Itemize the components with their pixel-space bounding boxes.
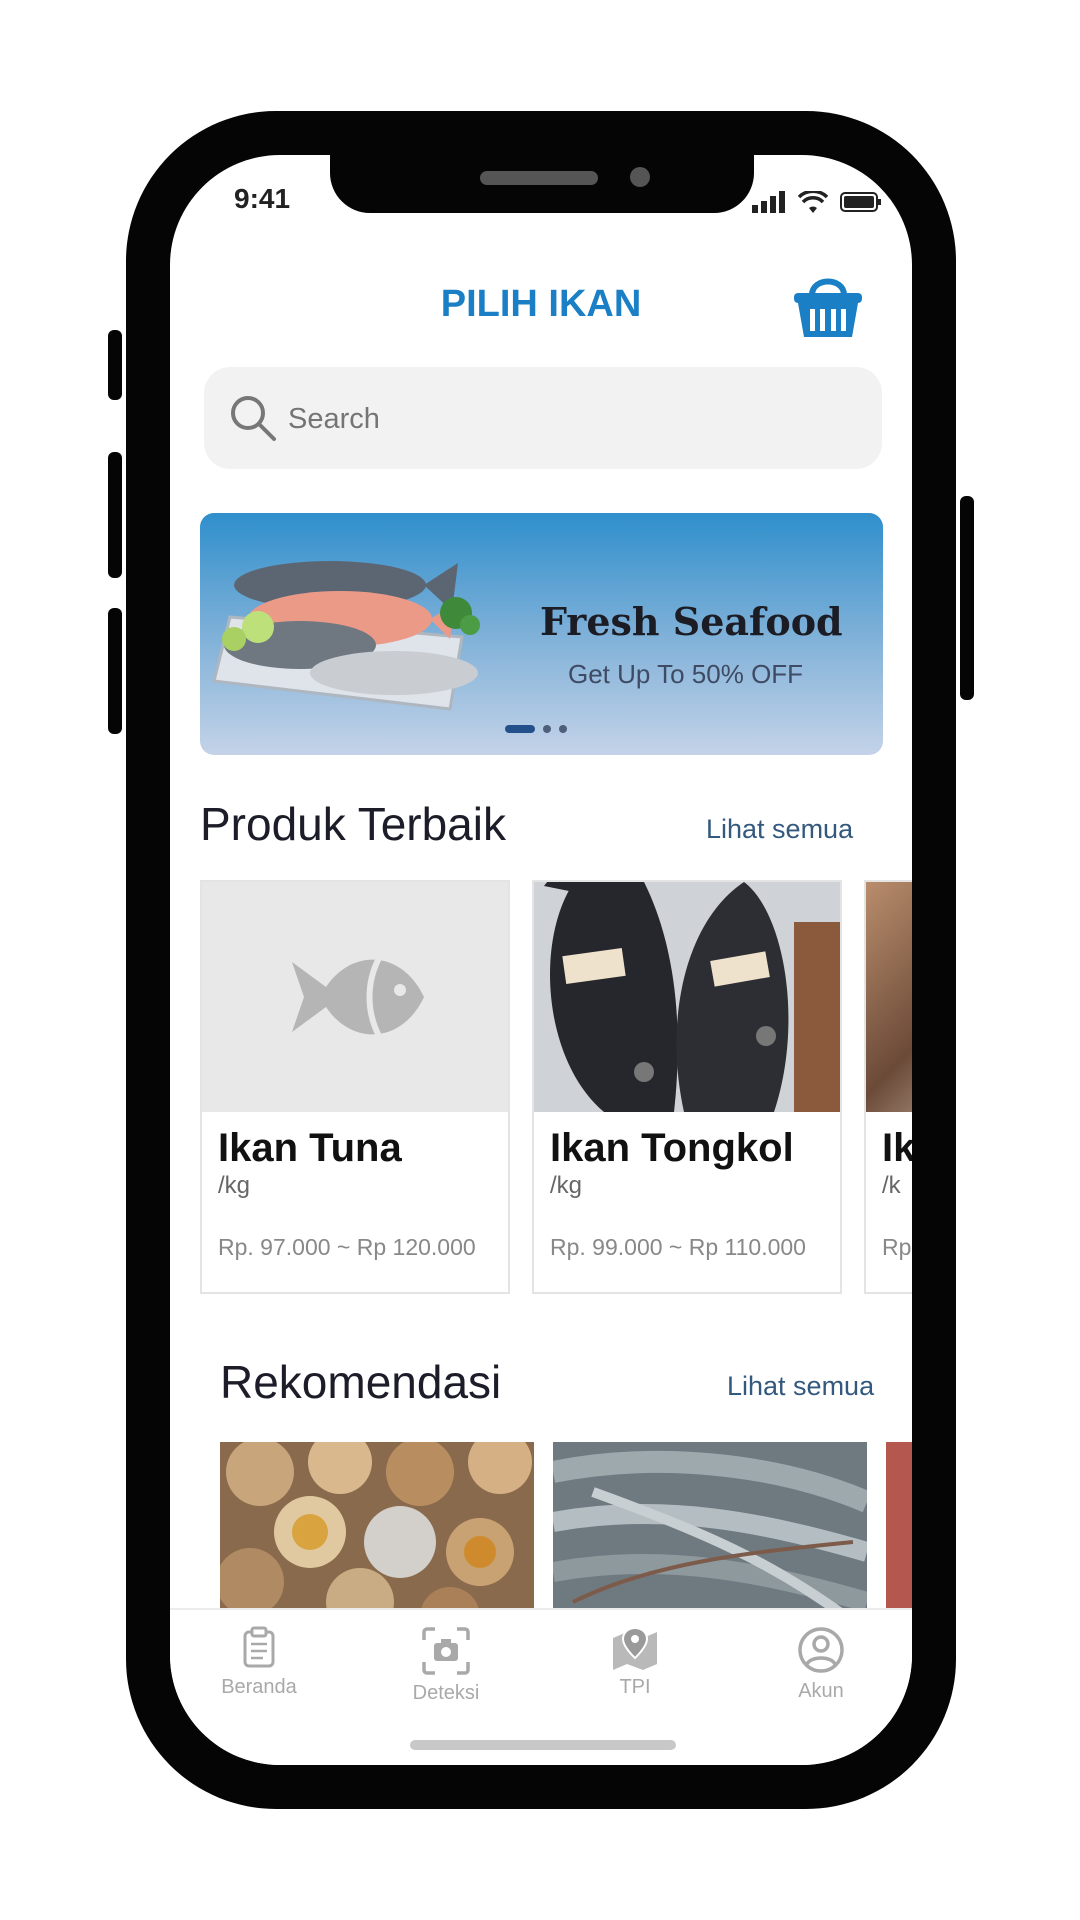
nav-item-tpi[interactable]: TPI: [575, 1626, 695, 1699]
search-input[interactable]: [286, 397, 850, 441]
product-price: Rp: [882, 1234, 912, 1260]
wifi-icon: [798, 191, 828, 213]
user-circle-icon: [798, 1627, 844, 1673]
speaker-grille: [480, 171, 598, 185]
nav-item-beranda[interactable]: Beranda: [199, 1626, 319, 1699]
battery-icon: [840, 192, 881, 212]
product-name: Ikan Tuna: [218, 1126, 402, 1170]
see-all-best-products-link[interactable]: Lihat semua: [706, 814, 853, 845]
signal-icon: [752, 191, 785, 213]
product-unit: /kg: [550, 1172, 583, 1199]
camera-scan-icon: [422, 1627, 470, 1675]
product-unit: /k: [882, 1172, 901, 1199]
status-icons: [752, 191, 882, 213]
carousel-dot[interactable]: [559, 725, 567, 733]
nav-label: Deteksi: [412, 1682, 480, 1704]
notch: [330, 155, 754, 213]
recommendation-card[interactable]: [220, 1442, 534, 1622]
nav-label: Akun: [798, 1680, 844, 1702]
banner-title: Fresh Seafood: [540, 599, 843, 644]
recommendation-card[interactable]: [886, 1442, 912, 1622]
bottom-navigation: Beranda Deteksi TPI Akun: [170, 1608, 912, 1765]
scallop-photo: [220, 1442, 534, 1622]
tongkol-fish-photo: [534, 882, 840, 1112]
fish-photo-image: [534, 882, 840, 1112]
carousel-indicator[interactable]: [505, 725, 567, 733]
front-camera: [630, 167, 650, 187]
clipboard-icon: [243, 1626, 275, 1668]
promo-banner[interactable]: Fresh Seafood Get Up To 50% OFF: [200, 513, 883, 755]
product-price: Rp. 97.000 ~ Rp 120.000: [218, 1234, 476, 1260]
product-card[interactable]: Ikan Tongkol /kg Rp. 99.000 ~ Rp 110.000: [532, 880, 842, 1294]
nav-label: TPI: [619, 1676, 651, 1698]
section-title-best-products: Produk Terbaik: [200, 798, 506, 850]
shopping-basket-icon: [794, 278, 862, 337]
product-unit: /kg: [218, 1172, 251, 1199]
nav-item-akun[interactable]: Akun: [761, 1626, 881, 1703]
power-button: [960, 496, 974, 700]
nav-label: Beranda: [221, 1676, 297, 1698]
carousel-dot-active[interactable]: [505, 725, 535, 733]
banner-subtitle: Get Up To 50% OFF: [568, 659, 804, 689]
home-indicator[interactable]: [410, 1740, 676, 1750]
search-bar[interactable]: [204, 367, 882, 469]
status-time: 9:41: [234, 183, 291, 214]
seafood-tray-image: [212, 561, 480, 711]
fish-market-photo: [866, 882, 912, 1112]
see-all-recommendations-link[interactable]: Lihat semua: [727, 1371, 874, 1402]
fish-crate-photo: [553, 1442, 867, 1622]
recommendation-card[interactable]: [553, 1442, 867, 1622]
product-card[interactable]: Ikan Tuna /kg Rp. 97.000 ~ Rp 120.000: [200, 880, 510, 1294]
fish-icon: [292, 954, 424, 1040]
product-name: Ikan Tongkol: [550, 1126, 794, 1170]
cart-button[interactable]: [790, 269, 866, 341]
app-screen: 9:41 PILIH IKAN Search Fresh Seafood Get…: [170, 155, 912, 1765]
nav-item-deteksi[interactable]: Deteksi: [386, 1626, 506, 1705]
volume-up-button: [108, 452, 122, 578]
product-image-placeholder: [202, 882, 508, 1112]
volume-down-button: [108, 608, 122, 734]
product-name: Ik: [882, 1126, 912, 1170]
carousel-dot[interactable]: [543, 725, 551, 733]
product-card[interactable]: Ik /k Rp: [864, 880, 912, 1294]
map-pin-icon: [613, 1626, 657, 1670]
section-title-recommendations: Rekomendasi: [220, 1356, 502, 1408]
product-price: Rp. 99.000 ~ Rp 110.000: [550, 1234, 806, 1260]
search-icon: [231, 396, 276, 441]
mute-switch: [108, 330, 122, 400]
